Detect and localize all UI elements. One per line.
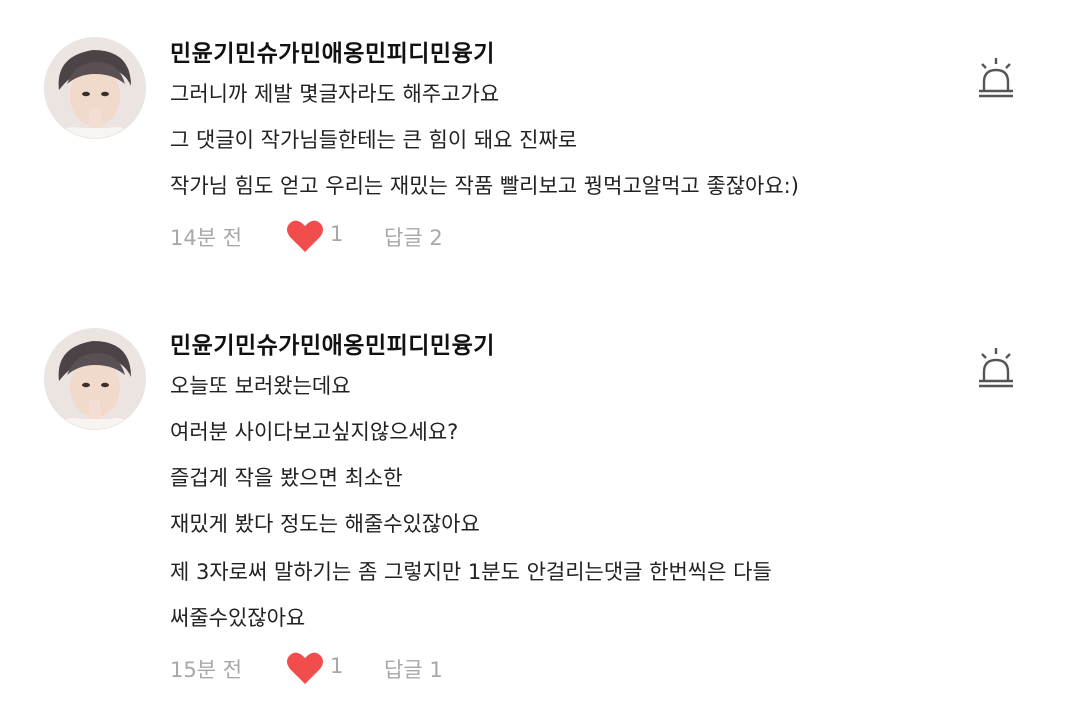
- heart-icon[interactable]: [286, 650, 324, 686]
- comment-text-line: 그러니까 제발 몇글자라도 해주고가요: [170, 82, 500, 106]
- siren-icon[interactable]: [976, 56, 1016, 100]
- comment-text-line: 즐겁게 작을 봤으면 최소한: [170, 466, 403, 490]
- reply-button[interactable]: 답글 1: [384, 654, 443, 684]
- comment-author[interactable]: 민윤기민슈가민애옹민피디민융기: [170, 326, 495, 360]
- heart-icon[interactable]: [286, 218, 324, 254]
- avatar[interactable]: [44, 328, 146, 430]
- comment-timestamp: 14분 전: [170, 226, 243, 250]
- like-count: 1: [330, 222, 344, 246]
- comment-text-line: 재밌게 봤다 정도는 해줄수있잖아요: [170, 512, 480, 536]
- comment-text-line: 오늘또 보러왔는데요: [170, 374, 351, 398]
- comment-text-line: 써줄수있잖아요: [170, 606, 306, 630]
- comment-timestamp: 15분 전: [170, 658, 243, 682]
- comment-text-line: 여러분 사이다보고싶지않으세요?: [170, 420, 459, 444]
- comment-text-line: 그 댓글이 작가님들한테는 큰 힘이 돼요 진짜로: [170, 128, 578, 152]
- reply-button[interactable]: 답글 2: [384, 222, 443, 252]
- like-count: 1: [330, 654, 344, 678]
- comment-text-line: 작가님 힘도 얻고 우리는 재밌는 작품 빨리보고 꿩먹고알먹고 좋잖아요:): [170, 174, 799, 198]
- comment-text-line: 제 3자로써 말하기는 좀 그렇지만 1분도 안걸리는댓글 한번씩은 다들: [170, 560, 772, 584]
- comment-author[interactable]: 민윤기민슈가민애옹민피디민융기: [170, 34, 495, 68]
- siren-icon[interactable]: [976, 346, 1016, 390]
- avatar[interactable]: [44, 37, 146, 139]
